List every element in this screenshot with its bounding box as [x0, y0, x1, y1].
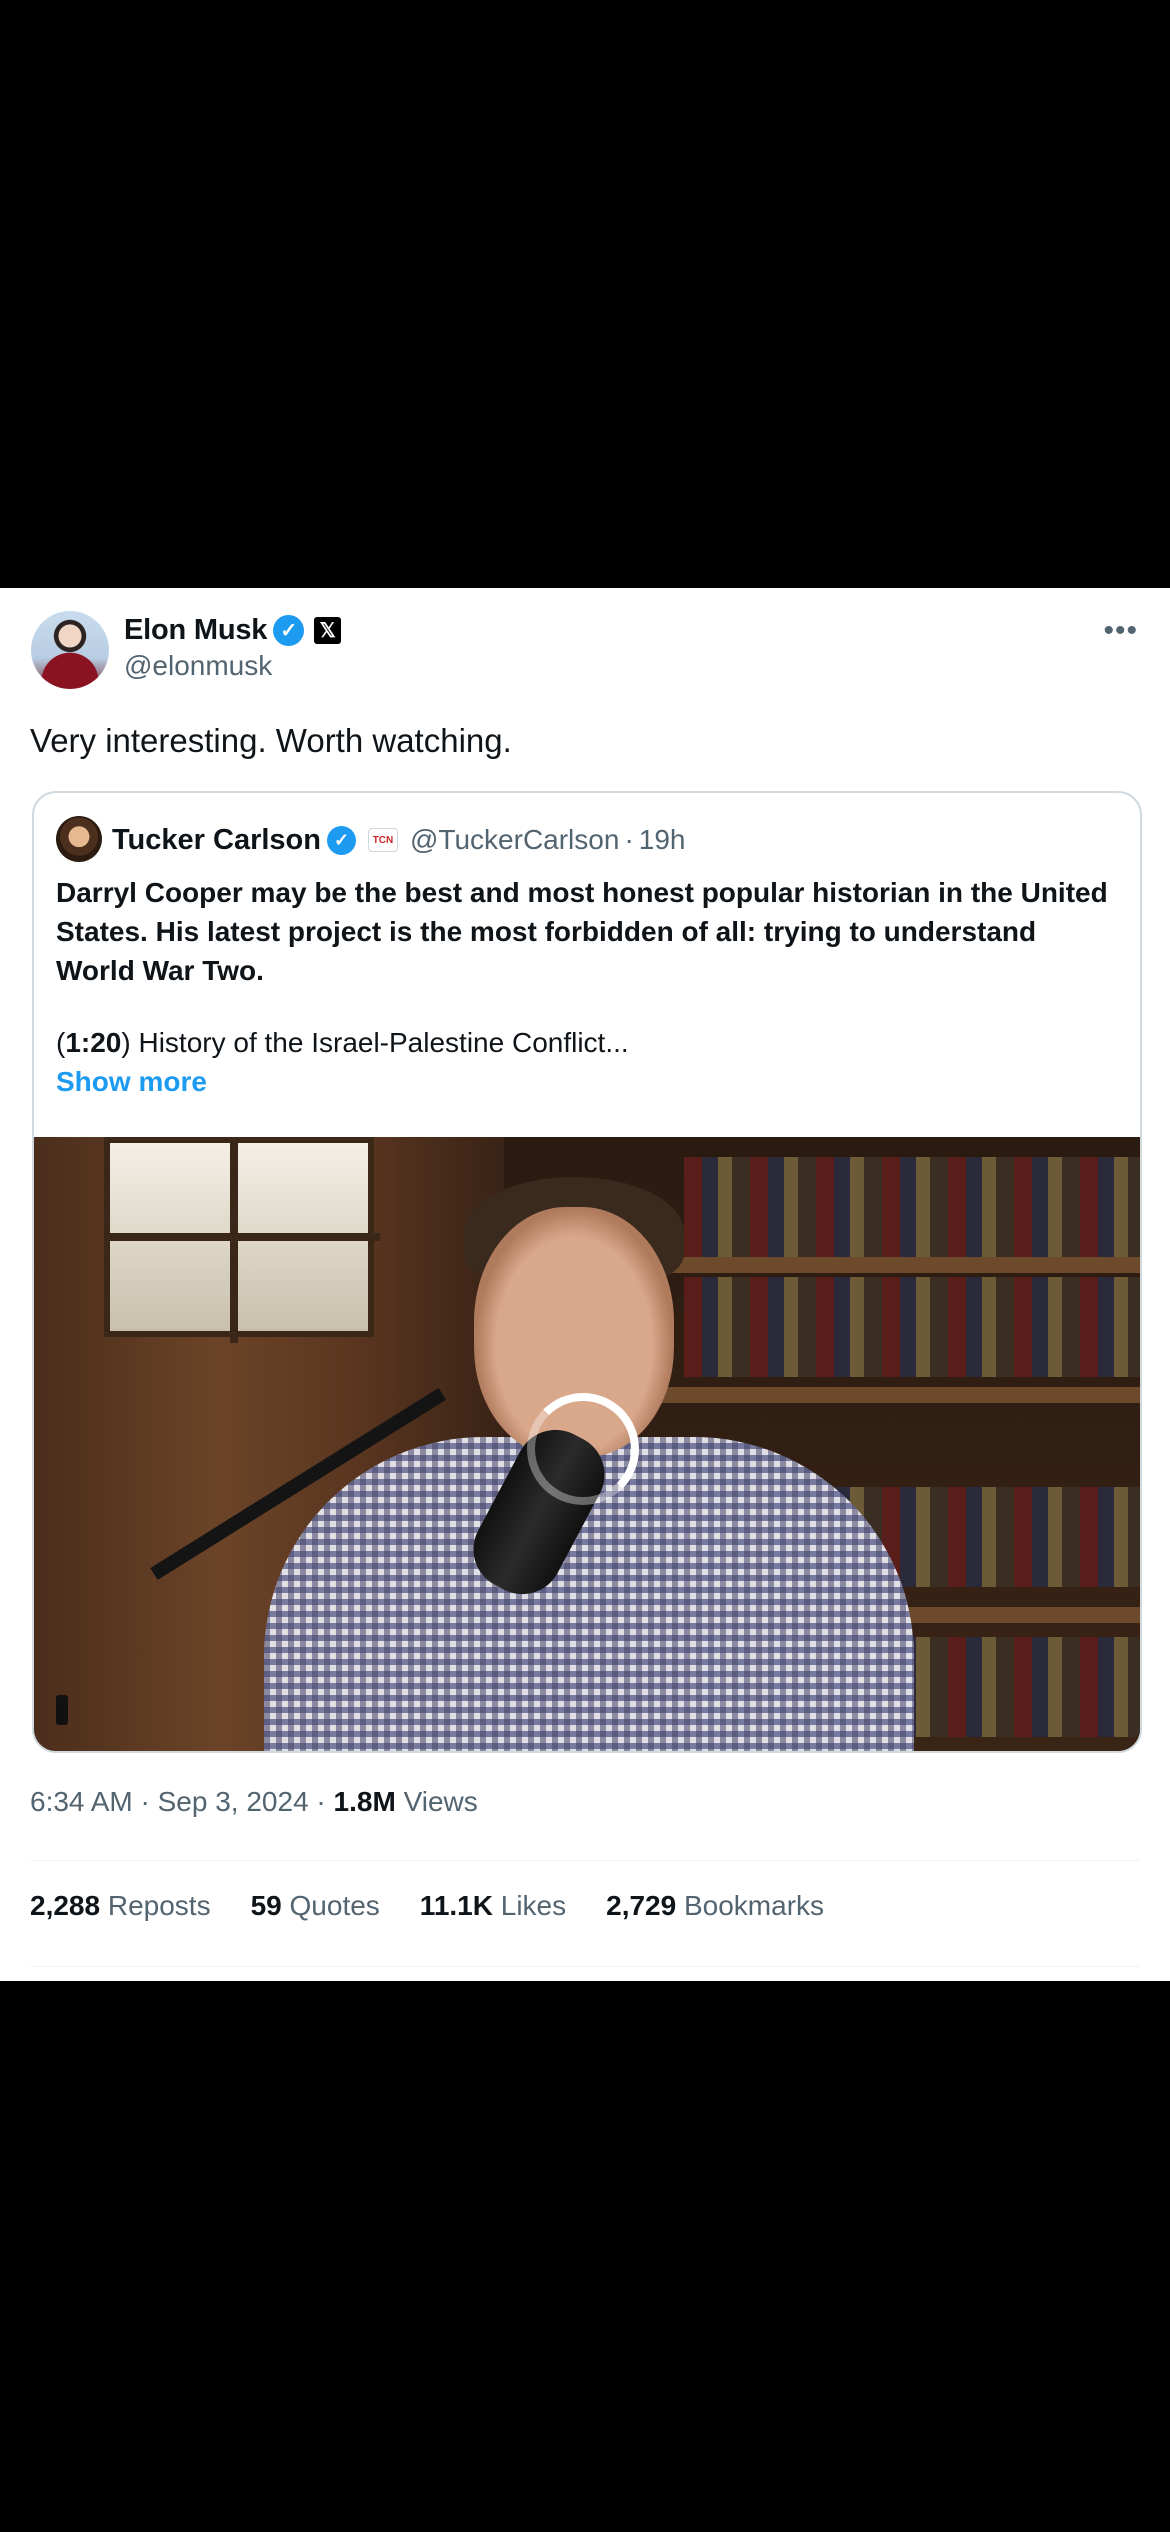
- post-text: Very interesting. Worth watching.: [30, 722, 512, 759]
- author-row: Elon Musk ✓ 𝕏: [124, 610, 342, 650]
- quoted-post-text: Darryl Cooper may be the best and most h…: [56, 877, 1108, 986]
- show-more-link[interactable]: Show more: [56, 1062, 207, 1101]
- quotes-label: Quotes: [281, 1890, 380, 1921]
- quoted-post-time[interactable]: 19h: [639, 824, 686, 856]
- engagement-stats: 2,288 Reposts 59 Quotes 11.1K Likes 2,72…: [30, 1890, 864, 1922]
- quoted-author-name[interactable]: Tucker Carlson: [112, 824, 321, 857]
- likes-stat[interactable]: 11.1K Likes: [420, 1890, 566, 1922]
- quotes-stat[interactable]: 59 Quotes: [251, 1890, 380, 1922]
- video-timestamp: 1:20: [65, 1027, 122, 1058]
- affiliation-badge-icon: TCN: [367, 828, 398, 852]
- divider: [30, 1966, 1140, 1967]
- quoted-author-handle[interactable]: @TuckerCarlson: [410, 824, 619, 856]
- divider: [30, 1860, 1140, 1861]
- reposts-label: Reposts: [100, 1890, 211, 1921]
- video-player[interactable]: [34, 1137, 1140, 1751]
- bookmarks-label: Bookmarks: [676, 1890, 825, 1921]
- quoted-author-row: Tucker Carlson ✓ TCN @TuckerCarlson · 19…: [112, 817, 685, 863]
- quoted-avatar[interactable]: [56, 816, 102, 862]
- reposts-stat[interactable]: 2,288 Reposts: [30, 1890, 211, 1922]
- likes-count: 11.1K: [419, 1890, 493, 1921]
- quoted-post-video-title: (1:20) History of the Israel-Palestine C…: [56, 1027, 629, 1058]
- reposts-count: 2,288: [30, 1890, 101, 1921]
- verified-badge-icon: ✓: [273, 614, 305, 646]
- more-options-icon[interactable]: •••: [1103, 614, 1138, 648]
- likes-label: Likes: [492, 1890, 567, 1921]
- quoted-post[interactable]: Tucker Carlson ✓ TCN @TuckerCarlson · 19…: [32, 791, 1142, 1753]
- post-date[interactable]: Sep 3, 2024: [158, 1786, 309, 1817]
- separator: ·: [132, 1786, 158, 1817]
- post-card: Elon Musk ✓ 𝕏 @elonmusk ••• Very interes…: [0, 588, 1170, 1981]
- post-meta: 6:34 AM · Sep 3, 2024 · 1.8M Views: [30, 1786, 478, 1818]
- bookmarks-stat[interactable]: 2,729 Bookmarks: [606, 1890, 824, 1922]
- x-logo-icon: 𝕏: [314, 616, 342, 644]
- author-name[interactable]: Elon Musk: [124, 614, 267, 647]
- video-frame-window: [104, 1137, 380, 1343]
- author-handle[interactable]: @elonmusk: [124, 650, 272, 682]
- post-time[interactable]: 6:34 AM: [30, 1786, 133, 1817]
- video-control-icon[interactable]: [56, 1695, 68, 1725]
- views-count: 1.8M: [333, 1786, 396, 1817]
- bookmarks-count: 2,729: [606, 1890, 677, 1921]
- video-title-text: History of the Israel-Palestine Conflict…: [130, 1027, 629, 1058]
- verified-badge-icon: ✓: [326, 825, 356, 855]
- separator: ·: [308, 1786, 334, 1817]
- views-label: Views: [395, 1786, 478, 1817]
- quotes-count: 59: [250, 1890, 282, 1921]
- loading-spinner-icon: [527, 1393, 639, 1505]
- separator-dot: ·: [624, 824, 634, 855]
- avatar[interactable]: [31, 611, 109, 689]
